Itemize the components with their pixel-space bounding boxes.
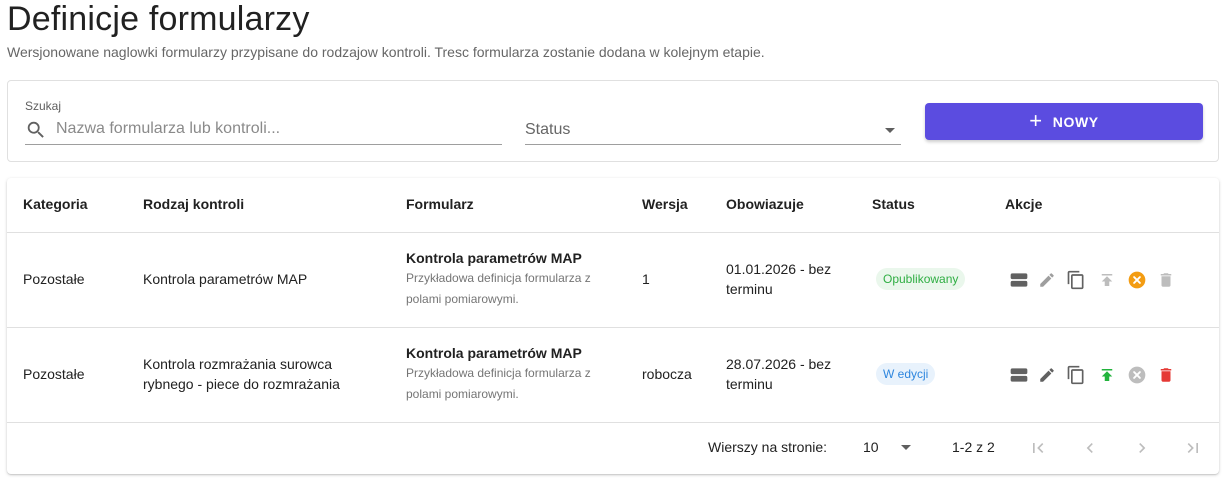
status-select[interactable]: Status	[525, 99, 901, 145]
chevron-down-icon	[901, 445, 911, 450]
header-version: Wersja	[642, 196, 688, 212]
cell-valid: terminu	[726, 281, 773, 297]
edit-icon[interactable]	[1036, 364, 1058, 386]
search-field[interactable]: Szukaj	[25, 99, 502, 145]
header-actions: Akcje	[1005, 196, 1043, 212]
cell-valid: 28.07.2026 - bez	[726, 356, 832, 372]
header-form: Formularz	[406, 196, 474, 212]
rows-per-page-label: Wierszy na stronie:	[708, 439, 828, 455]
cell-form-desc: polami pomiarowymi.	[406, 292, 519, 306]
first-page-icon[interactable]	[1027, 437, 1049, 459]
edit-icon[interactable]	[1036, 269, 1058, 291]
cell-version: 1	[642, 271, 650, 287]
new-form-button[interactable]: + NOWY	[925, 103, 1203, 140]
rows-per-page-select[interactable]: 10	[863, 434, 915, 460]
forms-table: Kategoria Rodzaj kontroli Formularz Wers…	[7, 178, 1219, 474]
header-control-type: Rodzaj kontroli	[143, 196, 245, 212]
cell-category: Pozostałe	[23, 366, 85, 382]
header-status: Status	[872, 196, 915, 212]
status-badge: W edycji	[876, 363, 936, 385]
dropdown-arrow-icon	[885, 128, 895, 133]
status-badge: Opublikowany	[876, 268, 966, 290]
withdraw-icon[interactable]	[1126, 269, 1148, 291]
cell-form-desc: Przykładowa definicja formularza z	[406, 366, 591, 380]
copy-icon[interactable]	[1065, 269, 1087, 291]
previous-page-icon[interactable]	[1079, 437, 1101, 459]
plus-icon: +	[1029, 107, 1043, 133]
publish-icon[interactable]	[1096, 269, 1118, 291]
cell-form-desc: polami pomiarowymi.	[406, 387, 519, 401]
pagination-range: 1-2 z 2	[952, 439, 995, 455]
new-button-label: NOWY	[1052, 113, 1099, 130]
delete-icon[interactable]	[1155, 364, 1177, 386]
divider	[7, 422, 1219, 423]
cell-category: Pozostałe	[23, 271, 85, 287]
search-input[interactable]	[56, 117, 496, 141]
rows-icon[interactable]	[1008, 269, 1030, 291]
search-icon	[27, 121, 44, 138]
page-subtitle: Wersjonowane naglowki formularzy przypis…	[7, 44, 765, 60]
rows-per-page-value: 10	[863, 439, 879, 455]
cell-valid: 01.01.2026 - bez	[726, 261, 832, 277]
cell-control-type: rybnego - piece do rozmrażania	[143, 376, 340, 392]
next-page-icon[interactable]	[1131, 437, 1153, 459]
page-title: Definicje formularzy	[7, 0, 310, 38]
delete-icon[interactable]	[1155, 269, 1177, 291]
copy-icon[interactable]	[1065, 364, 1087, 386]
divider	[7, 232, 1219, 233]
cell-form-desc: Przykładowa definicja formularza z	[406, 271, 591, 285]
filter-card: Szukaj Status + NOWY	[7, 80, 1219, 162]
cell-control-type: Kontrola parametrów MAP	[143, 271, 308, 287]
publish-icon[interactable]	[1096, 364, 1118, 386]
cell-valid: terminu	[726, 376, 773, 392]
search-label: Szukaj	[25, 99, 62, 113]
withdraw-icon[interactable]	[1126, 364, 1148, 386]
header-valid: Obowiazuje	[726, 196, 804, 212]
cell-form-title: Kontrola parametrów MAP	[406, 345, 582, 361]
status-select-label: Status	[525, 121, 571, 138]
rows-icon[interactable]	[1008, 364, 1030, 386]
cell-version: robocza	[642, 366, 692, 382]
cell-control-type: Kontrola rozmrażania surowca	[143, 356, 333, 372]
header-category: Kategoria	[23, 196, 88, 212]
last-page-icon[interactable]	[1182, 437, 1204, 459]
divider	[7, 327, 1219, 328]
cell-form-title: Kontrola parametrów MAP	[406, 250, 582, 266]
